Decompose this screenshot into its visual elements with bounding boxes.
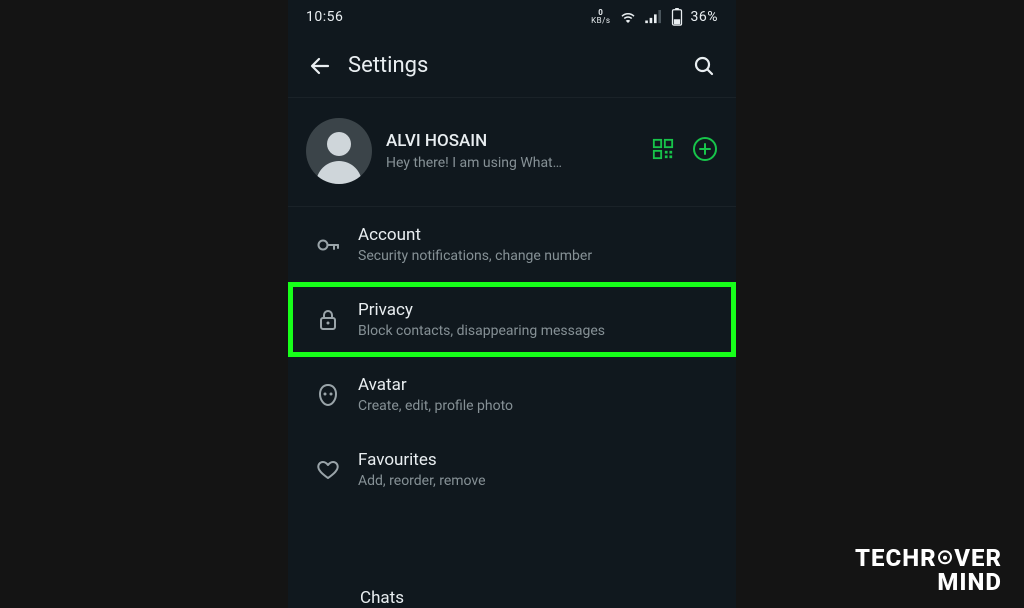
avatar-face-icon <box>306 383 350 407</box>
status-bar: 10:56 0 KB/s <box>288 0 736 34</box>
settings-row-favourites[interactable]: Favourites Add, reorder, remove <box>288 432 736 507</box>
stage: 10:56 0 KB/s <box>0 0 1024 608</box>
row-subtitle: Add, reorder, remove <box>358 473 718 489</box>
arrow-back-icon <box>308 54 332 78</box>
back-button[interactable] <box>298 44 342 88</box>
profile-row[interactable]: ALVI HOSAIN Hey there! I am using What… <box>288 98 736 207</box>
profile-status: Hey there! I am using What… <box>386 155 638 171</box>
status-time: 10:56 <box>306 9 343 25</box>
profile-name: ALVI HOSAIN <box>386 131 638 151</box>
settings-row-privacy[interactable]: Privacy Block contacts, disappearing mes… <box>288 282 736 357</box>
watermark-text: MIND <box>855 570 1002 594</box>
watermark-text: TECHR <box>855 544 937 572</box>
battery-text: 36% <box>691 9 719 25</box>
qr-code-icon <box>652 138 674 160</box>
search-icon <box>692 54 716 78</box>
settings-row-chats[interactable]: Chats <box>288 582 736 608</box>
row-title: Privacy <box>358 300 718 320</box>
battery-icon <box>671 8 683 26</box>
data-rate: 0 KB/s <box>591 9 610 25</box>
heart-icon <box>306 458 350 482</box>
key-icon <box>306 233 350 257</box>
search-button[interactable] <box>682 44 726 88</box>
settings-row-account[interactable]: Account Security notifications, change n… <box>288 207 736 282</box>
app-bar: Settings <box>288 34 736 98</box>
row-title: Chats <box>360 588 404 608</box>
settings-row-avatar[interactable]: Avatar Create, edit, profile photo <box>288 357 736 432</box>
lock-icon <box>306 308 350 332</box>
row-subtitle: Create, edit, profile photo <box>358 398 718 414</box>
page-title: Settings <box>348 53 682 78</box>
signal-icon <box>645 10 663 24</box>
avatar <box>306 118 372 184</box>
row-title: Favourites <box>358 450 718 470</box>
row-title: Account <box>358 225 718 245</box>
row-subtitle: Block contacts, disappearing messages <box>358 323 718 339</box>
watermark-o-logo: O <box>937 546 955 570</box>
plus-circle-icon <box>692 136 718 162</box>
phone-frame: 10:56 0 KB/s <box>288 0 736 608</box>
profile-meta: ALVI HOSAIN Hey there! I am using What… <box>372 131 652 171</box>
add-button[interactable] <box>692 136 718 166</box>
profile-actions <box>652 136 718 166</box>
qr-code-button[interactable] <box>652 138 674 164</box>
status-right: 0 KB/s <box>591 8 718 26</box>
row-subtitle: Security notifications, change number <box>358 248 718 264</box>
row-title: Avatar <box>358 375 718 395</box>
watermark: TECHROVER MIND <box>855 546 1002 594</box>
wifi-icon <box>619 10 637 24</box>
